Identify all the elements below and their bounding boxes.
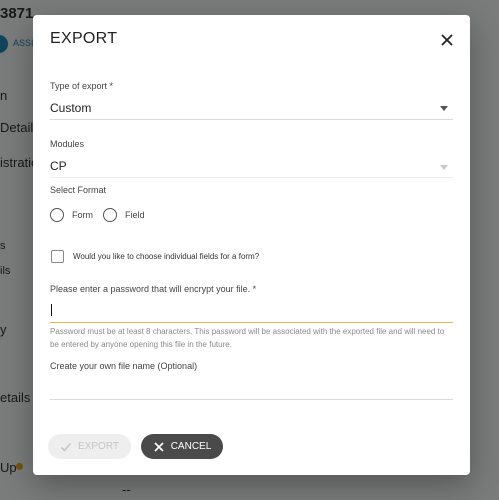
radio-circle-icon[interactable] [50, 208, 64, 222]
radio-form[interactable]: Form [50, 208, 93, 222]
file-name-label: Create your own file name (Optional) [50, 361, 198, 371]
type-of-export-underline [50, 119, 453, 120]
password-help-text: Password must be at least 8 characters. … [50, 327, 445, 349]
type-of-export-value: Custom [50, 101, 92, 115]
dialog-title: EXPORT [50, 30, 118, 47]
text-cursor [51, 304, 52, 316]
close-icon [153, 441, 165, 453]
cancel-button[interactable]: CANCEL [141, 434, 223, 459]
password-input[interactable] [50, 299, 453, 323]
modules-value: CP [50, 159, 67, 173]
file-name-input[interactable] [50, 399, 453, 400]
password-label: Please enter a password that will encryp… [50, 284, 257, 294]
radio-circle-icon[interactable] [103, 208, 117, 222]
radio-field[interactable]: Field [103, 208, 145, 222]
type-of-export-label: Type of export * [50, 81, 114, 91]
select-format-label: Select Format [50, 185, 107, 195]
chevron-down-icon [440, 165, 448, 170]
export-button[interactable]: EXPORT [48, 434, 131, 459]
radio-field-label: Field [125, 210, 145, 220]
export-button-label: EXPORT [78, 441, 119, 452]
chevron-down-icon [440, 106, 448, 111]
radio-form-label: Form [72, 210, 93, 220]
check-icon [60, 441, 72, 453]
export-dialog: EXPORT Type of export * Custom Modules C… [33, 15, 470, 475]
individual-fields-checkbox[interactable] [51, 250, 64, 263]
individual-fields-label: Would you like to choose individual fiel… [73, 252, 260, 261]
modules-label: Modules [50, 139, 85, 149]
modules-underline [50, 177, 453, 178]
close-icon[interactable] [437, 30, 457, 50]
cancel-button-label: CANCEL [170, 441, 212, 452]
